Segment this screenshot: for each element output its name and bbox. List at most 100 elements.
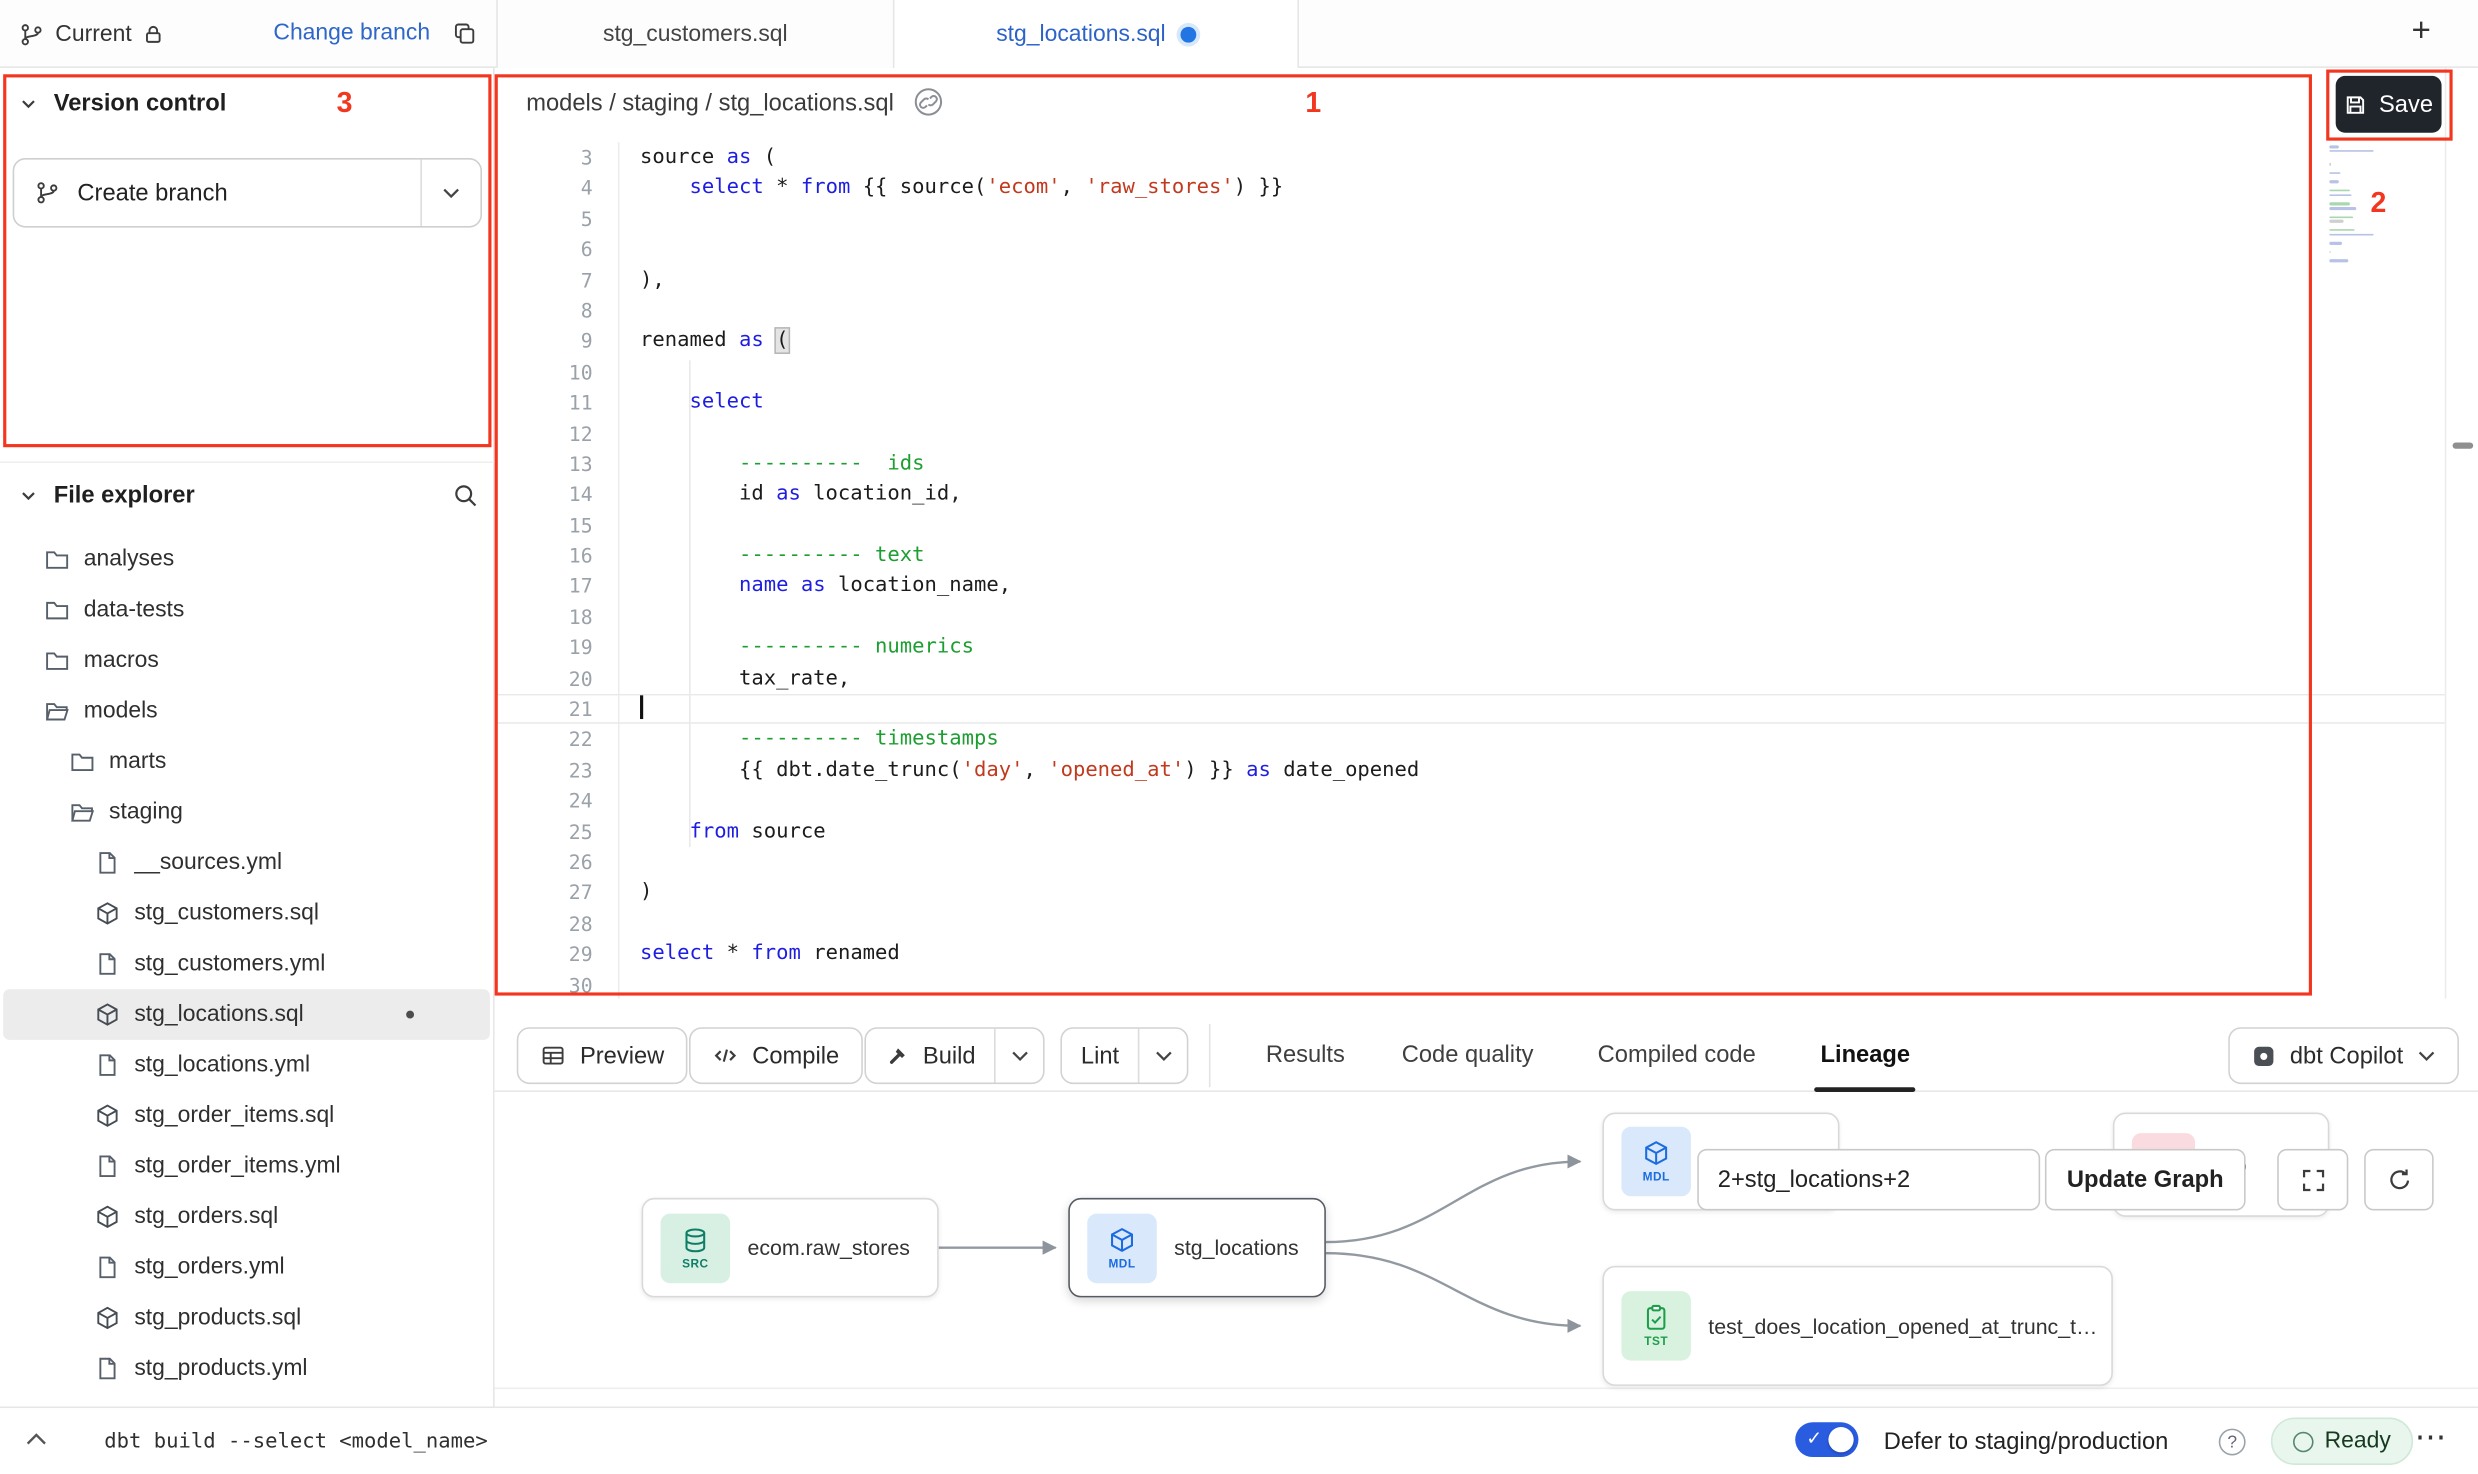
chevron-down-icon xyxy=(2417,1050,2434,1061)
help-icon[interactable]: ? xyxy=(2219,1429,2246,1456)
line-content: ---------- ids xyxy=(593,449,925,480)
version-control-header[interactable]: Version control xyxy=(19,90,226,117)
file-item-sources-yml[interactable]: __sources.yml xyxy=(3,838,490,889)
line-content xyxy=(593,510,640,541)
build-dropdown[interactable] xyxy=(996,1029,1043,1083)
lineage-node-stg-locations[interactable]: MDL stg_locations xyxy=(1068,1198,1326,1298)
file-item-analyses[interactable]: analyses xyxy=(3,534,490,585)
code-line-6[interactable]: 6 xyxy=(495,234,2445,265)
code-line-11[interactable]: 11 select xyxy=(495,387,2445,418)
file-item-stg-order-items-sql[interactable]: stg_order_items.sql xyxy=(3,1090,490,1141)
current-branch-indicator[interactable]: Current xyxy=(19,0,165,68)
editor-scrollbar-track xyxy=(2445,68,2447,999)
panel-resize-handle[interactable] xyxy=(2453,442,2474,448)
file-item-stg-locations-sql[interactable]: stg_locations.sql xyxy=(3,989,490,1040)
new-tab-button[interactable]: + xyxy=(2412,13,2431,51)
code-line-24[interactable]: 24 xyxy=(495,786,2445,817)
file-item-models[interactable]: models xyxy=(3,686,490,737)
minimap[interactable] xyxy=(2329,145,2376,268)
status-badge-ready[interactable]: Ready xyxy=(2271,1418,2413,1465)
file-item-macros[interactable]: macros xyxy=(3,635,490,686)
file-item-stg-locations-yml[interactable]: stg_locations.yml xyxy=(3,1040,490,1091)
search-icon[interactable] xyxy=(452,482,479,509)
code-line-25[interactable]: 25 from source xyxy=(495,816,2445,847)
copy-link-icon[interactable] xyxy=(913,87,943,117)
file-explorer-header[interactable]: File explorer xyxy=(19,482,195,509)
update-graph-button[interactable]: Update Graph xyxy=(2045,1149,2246,1211)
dbt-command-text[interactable]: dbt build --select <model_name> xyxy=(104,1430,487,1454)
code-line-22[interactable]: 22 ---------- timestamps xyxy=(495,724,2445,755)
line-content: source as ( xyxy=(593,142,776,173)
line-number: 23 xyxy=(495,755,593,786)
tab-lineage[interactable]: Lineage xyxy=(1821,1041,1911,1068)
line-number: 20 xyxy=(495,663,593,694)
file-item-staging[interactable]: staging xyxy=(3,787,490,838)
file-item-stg-order-items-yml[interactable]: stg_order_items.yml xyxy=(3,1141,490,1192)
code-line-27[interactable]: 27) xyxy=(495,878,2445,909)
code-line-4[interactable]: 4 select * from {{ source('ecom', 'raw_s… xyxy=(495,173,2445,204)
file-item-data-tests[interactable]: data-tests xyxy=(3,585,490,636)
code-editor[interactable]: 3source as (4 select * from {{ source('e… xyxy=(495,142,2445,1000)
change-branch-link[interactable]: Change branch xyxy=(273,21,430,46)
file-item-label: stg_order_items.sql xyxy=(134,1103,334,1128)
tab-results[interactable]: Results xyxy=(1266,1041,1345,1068)
lint-button[interactable]: Lint xyxy=(1062,1029,1140,1083)
line-number: 6 xyxy=(495,234,593,265)
model-icon xyxy=(95,1204,120,1229)
code-line-17[interactable]: 17 name as location_name, xyxy=(495,571,2445,602)
code-line-18[interactable]: 18 xyxy=(495,602,2445,633)
code-line-16[interactable]: 16 ---------- text xyxy=(495,541,2445,572)
preview-button[interactable]: Preview xyxy=(517,1027,688,1084)
file-item-stg-customers-yml[interactable]: stg_customers.yml xyxy=(3,939,490,990)
lineage-node-test-opened-at[interactable]: TST test_does_location_opened_at_trunc_t… xyxy=(1602,1266,2112,1386)
lineage-node-ecom-raw-stores[interactable]: SRC ecom.raw_stores xyxy=(642,1198,939,1298)
compile-button[interactable]: Compile xyxy=(689,1027,863,1084)
save-button[interactable]: Save xyxy=(2336,76,2442,133)
code-line-7[interactable]: 7), xyxy=(495,265,2445,296)
code-line-19[interactable]: 19 ---------- numerics xyxy=(495,633,2445,664)
code-line-21[interactable]: 21 xyxy=(495,694,2445,725)
fullscreen-button[interactable] xyxy=(2277,1149,2348,1211)
code-line-28[interactable]: 28 xyxy=(495,908,2445,939)
more-options-button[interactable]: ⋯ xyxy=(2415,1418,2447,1458)
line-content xyxy=(593,234,640,265)
line-number: 29 xyxy=(495,939,593,970)
defer-toggle[interactable]: ✓ xyxy=(1795,1422,1858,1457)
code-line-3[interactable]: 3source as ( xyxy=(495,142,2445,173)
build-button[interactable]: Build xyxy=(866,1029,996,1083)
code-line-8[interactable]: 8 xyxy=(495,295,2445,326)
copy-icon[interactable] xyxy=(452,21,477,46)
file-item-stg-products-yml[interactable]: stg_products.yml xyxy=(3,1343,490,1394)
tab-stg-locations-sql[interactable]: stg_locations.sql xyxy=(894,0,1299,68)
lint-dropdown[interactable] xyxy=(1140,1029,1187,1083)
code-line-12[interactable]: 12 xyxy=(495,418,2445,449)
code-line-30[interactable]: 30 xyxy=(495,970,2445,1001)
tab-code-quality[interactable]: Code quality xyxy=(1402,1041,1534,1068)
code-line-10[interactable]: 10 xyxy=(495,357,2445,388)
create-branch-dropdown[interactable] xyxy=(420,160,480,226)
code-line-9[interactable]: 9renamed as ( xyxy=(495,326,2445,357)
code-line-20[interactable]: 20 tax_rate, xyxy=(495,663,2445,694)
dbt-copilot-button[interactable]: dbt Copilot xyxy=(2228,1027,2458,1084)
file-item-stg-orders-sql[interactable]: stg_orders.sql xyxy=(3,1192,490,1243)
file-item-marts[interactable]: marts xyxy=(3,736,490,787)
code-line-5[interactable]: 5 xyxy=(495,204,2445,235)
tab-compiled-code[interactable]: Compiled code xyxy=(1598,1041,1756,1068)
file-item-label: stg_products.sql xyxy=(134,1305,301,1330)
code-line-29[interactable]: 29select * from renamed xyxy=(495,939,2445,970)
collapse-panel-chevron-up-icon[interactable] xyxy=(25,1432,47,1446)
tab-stg-customers-sql[interactable]: stg_customers.sql xyxy=(496,0,894,68)
lineage-selector-input[interactable] xyxy=(1697,1149,2040,1211)
code-line-15[interactable]: 15 xyxy=(495,510,2445,541)
file-item-stg-customers-sql[interactable]: stg_customers.sql xyxy=(3,888,490,939)
refresh-graph-button[interactable] xyxy=(2364,1149,2434,1211)
toolbar-divider xyxy=(1209,1024,1211,1087)
file-item-stg-orders-yml[interactable]: stg_orders.yml xyxy=(3,1242,490,1293)
code-line-23[interactable]: 23 {{ dbt.date_trunc('day', 'opened_at')… xyxy=(495,755,2445,786)
code-line-14[interactable]: 14 id as location_id, xyxy=(495,479,2445,510)
code-line-26[interactable]: 26 xyxy=(495,847,2445,878)
create-branch-button[interactable]: Create branch xyxy=(13,158,482,228)
code-line-13[interactable]: 13 ---------- ids xyxy=(495,449,2445,480)
file-item-stg-products-sql[interactable]: stg_products.sql xyxy=(3,1293,490,1344)
top-bar: Current Change branch stg_customers.sql … xyxy=(0,0,2478,68)
